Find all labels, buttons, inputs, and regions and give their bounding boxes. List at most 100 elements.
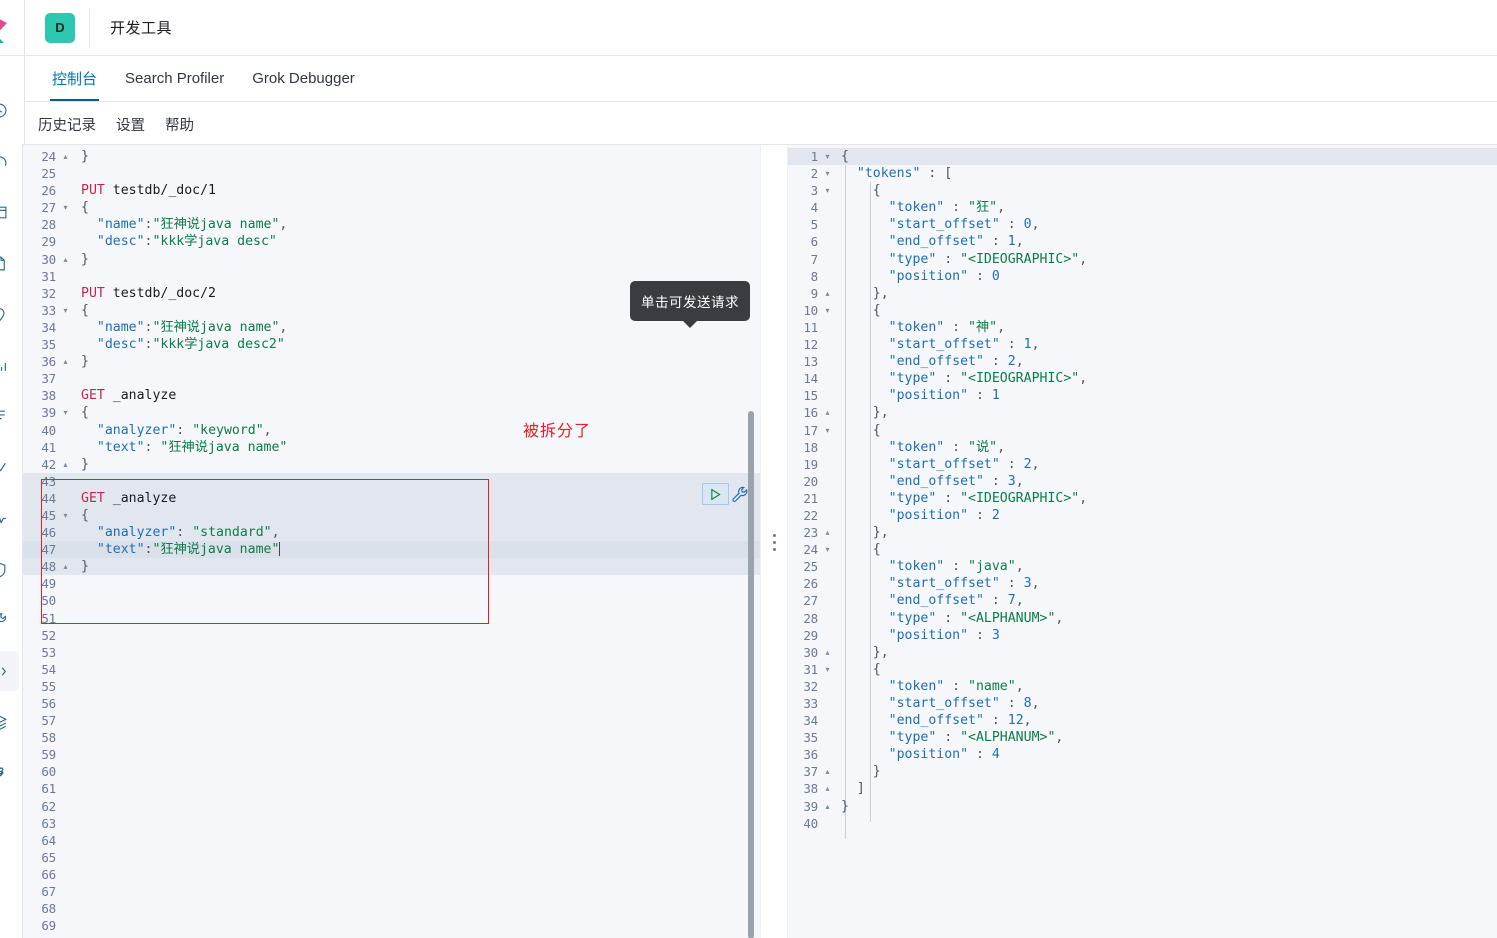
code-line[interactable]: 36 "position" : 4 [788,746,1497,763]
code-line[interactable]: 34 "end_offset" : 12, [788,712,1497,729]
sidebar-item-maps[interactable] [0,294,19,334]
code-line[interactable]: 35 "desc":"kkk学java desc2" [23,336,760,353]
code-line[interactable]: 38 GET _analyze [23,387,760,404]
code-line[interactable]: 37 ▴ } [788,763,1497,780]
code-line[interactable]: 65 [23,849,760,866]
sidebar-item-management[interactable] [0,600,19,640]
code-line[interactable]: 23 ▴ }, [788,524,1497,541]
sidebar-item-stack[interactable] [0,702,19,742]
code-line[interactable]: 52 [23,627,760,644]
fold-toggle-icon[interactable]: ▴ [822,780,833,797]
pane-resize-handle[interactable] [760,145,788,938]
code-line[interactable]: 70 [23,934,760,938]
code-line[interactable]: 37 [23,370,760,387]
sidebar-item-uptime[interactable] [0,498,19,538]
code-line[interactable]: 40 [788,815,1497,832]
tab-2[interactable]: Grok Debugger [238,55,369,101]
fold-toggle-icon[interactable]: ▴ [60,251,71,268]
fold-toggle-icon[interactable]: ▴ [822,404,833,421]
fold-toggle-icon[interactable]: ▾ [60,302,71,319]
code-line[interactable]: 18 "token" : "说", [788,439,1497,456]
fold-toggle-icon[interactable]: ▾ [822,422,833,439]
sidebar-item-dashboard[interactable] [0,192,19,232]
fold-toggle-icon[interactable]: ▾ [822,165,833,182]
code-line[interactable]: 26 "start_offset" : 3, [788,575,1497,592]
code-line[interactable]: 58 [23,729,760,746]
code-line[interactable]: 53 [23,644,760,661]
fold-toggle-icon[interactable]: ▾ [822,661,833,678]
code-line[interactable]: 38 ▴ ] [788,780,1497,797]
code-line[interactable]: 40 "analyzer": "keyword", [23,422,760,439]
code-line[interactable]: 33 "start_offset" : 8, [788,695,1497,712]
submenu-item-0[interactable]: 历史记录 [38,114,96,135]
code-line[interactable]: 16 ▴ }, [788,404,1497,421]
wrench-icon[interactable] [732,486,749,503]
code-line[interactable]: 56 [23,695,760,712]
fold-toggle-icon[interactable]: ▴ [822,285,833,302]
code-line[interactable]: 21 "type" : "<IDEOGRAPHIC>", [788,490,1497,507]
code-line[interactable]: 60 [23,763,760,780]
tab-0[interactable]: 控制台 [38,55,111,101]
code-line[interactable]: 5 "start_offset" : 0, [788,216,1497,233]
code-line[interactable]: 8 "position" : 0 [788,268,1497,285]
code-line[interactable]: 61 [23,780,760,797]
fold-toggle-icon[interactable]: ▾ [60,199,71,216]
code-line[interactable]: 51 [23,610,760,627]
code-line[interactable]: 41 "text": "狂神说java name" [23,439,760,456]
sidebar-item-ml[interactable] [0,345,19,385]
code-line[interactable]: 12 "start_offset" : 1, [788,336,1497,353]
kibana-logo[interactable] [0,0,25,56]
code-line[interactable]: 10 ▾ { [788,302,1497,319]
code-line[interactable]: 69 [23,917,760,934]
code-line[interactable]: 13 "end_offset" : 2, [788,353,1497,370]
code-line[interactable]: 4 "token" : "狂", [788,199,1497,216]
fold-toggle-icon[interactable]: ▾ [60,404,71,421]
fold-toggle-icon[interactable]: ▴ [822,524,833,541]
code-line[interactable]: 39 ▴} [788,798,1497,815]
code-line[interactable]: 30 ▴ }, [788,644,1497,661]
sidebar-item-siem[interactable] [0,549,19,589]
code-line[interactable]: 22 "position" : 2 [788,507,1497,524]
fold-toggle-icon[interactable]: ▴ [60,353,71,370]
code-line[interactable]: 43 [23,472,760,490]
code-line[interactable]: 36 ▴} [23,353,760,370]
code-line[interactable]: 62 [23,798,760,815]
code-line[interactable]: 49 [23,575,760,592]
code-line[interactable]: 9 ▴ }, [788,285,1497,302]
sidebar-item-logs[interactable] [0,396,19,436]
code-line[interactable]: 24 ▴} [23,148,760,165]
code-line[interactable]: 6 "end_offset" : 1, [788,233,1497,250]
request-pane-scrollbar[interactable] [748,411,754,938]
code-line[interactable]: 19 "start_offset" : 2, [788,456,1497,473]
code-line[interactable]: 25 "token" : "java", [788,558,1497,575]
sidebar-item-metrics[interactable] [0,141,19,181]
submenu-item-2[interactable]: 帮助 [165,114,194,135]
code-line[interactable]: 48 ▴} [23,558,760,576]
code-line[interactable]: 14 "type" : "<IDEOGRAPHIC>", [788,370,1497,387]
code-line[interactable]: 27 "end_offset" : 7, [788,592,1497,609]
code-line[interactable]: 46 "analyzer": "standard", [23,524,760,542]
code-line[interactable]: 2 ▾ "tokens" : [ [788,165,1497,182]
code-line[interactable]: 47 "text":"狂神说java name" [23,541,760,559]
code-line[interactable]: 67 [23,883,760,900]
code-line[interactable]: 17 ▾ { [788,422,1497,439]
code-line[interactable]: 68 [23,900,760,917]
request-editor-pane[interactable]: 24 ▴} 25 26 PUT testdb/_doc/1 27 ▾{28 "name":"… [23,145,760,938]
sidebar-item-apm[interactable] [0,447,19,487]
code-line[interactable]: 39 ▾ { [23,404,760,421]
code-line[interactable]: 59 [23,746,760,763]
code-line[interactable]: 1 ▾ { [788,148,1497,166]
fold-toggle-icon[interactable]: ▾ [822,148,833,165]
code-line[interactable]: 29 "position" : 3 [788,627,1497,644]
fold-toggle-icon[interactable]: ▴ [60,456,71,473]
code-line[interactable]: 57 [23,712,760,729]
code-line[interactable]: 26 PUT testdb/_doc/1 [23,182,760,199]
sidebar-item-canvas[interactable] [0,243,19,283]
code-line[interactable]: 30 ▴} [23,251,760,268]
code-line[interactable]: 29 "desc":"kkk学java desc" [23,233,760,250]
code-line[interactable]: 27 ▾ { [23,199,760,216]
code-line[interactable]: 34 "name":"狂神说java name", [23,319,760,336]
fold-toggle-icon[interactable]: ▴ [60,558,71,575]
fold-toggle-icon[interactable]: ▾ [822,302,833,319]
fold-toggle-icon[interactable]: ▾ [822,182,833,199]
